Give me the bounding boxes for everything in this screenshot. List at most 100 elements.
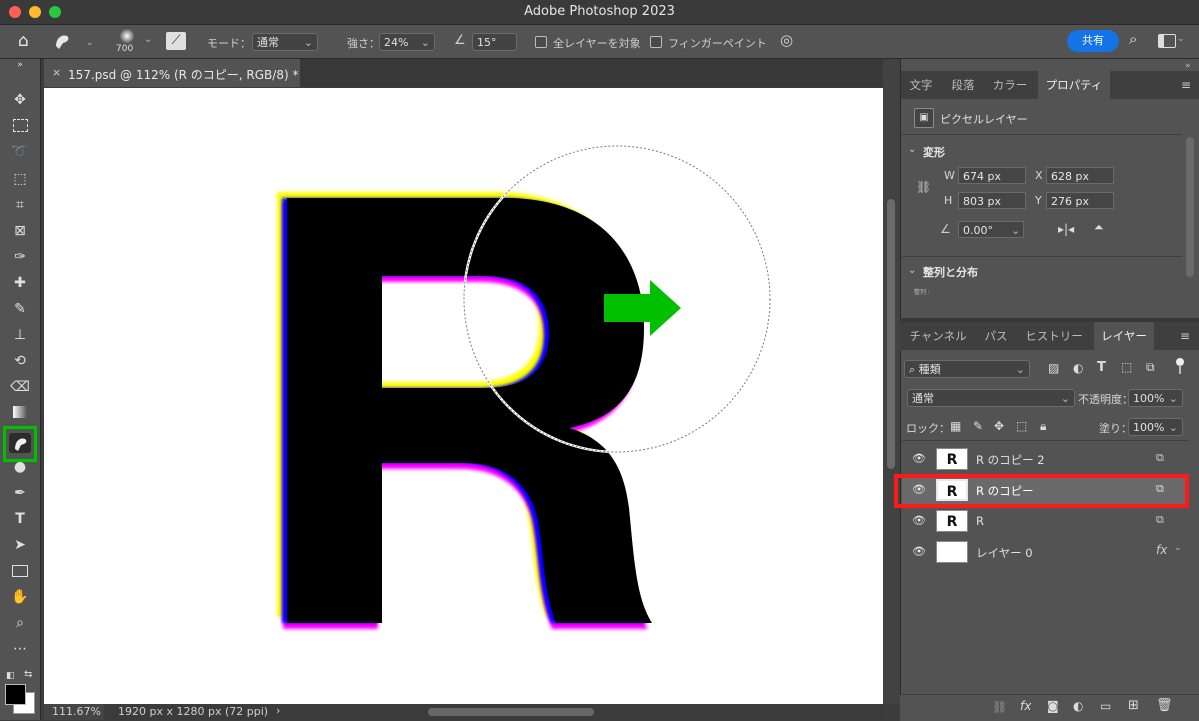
history-brush-tool-icon[interactable]: ⟲ (9, 351, 31, 371)
path-selection-tool-icon[interactable]: ➤ (9, 535, 31, 555)
frame-tool-icon[interactable]: ⊠ (9, 221, 31, 241)
angle-input[interactable]: 15° (472, 33, 517, 51)
trash-icon[interactable]: 🗑︎ (1156, 698, 1173, 713)
chevron-down-icon[interactable]: ⌄ (1174, 543, 1182, 553)
filter-adjustment-icon[interactable]: ◐ (1073, 361, 1083, 375)
all-layers-checkbox[interactable] (535, 36, 547, 48)
y-position-field[interactable]: 276 px (1046, 192, 1114, 209)
filter-type-icon[interactable]: T (1097, 360, 1106, 375)
dodge-tool-icon[interactable]: ● (9, 457, 31, 477)
object-selection-tool-icon[interactable]: ⬚ (9, 169, 31, 189)
link-layers-icon[interactable]: ⛓ (992, 700, 1007, 714)
foreground-color-swatch[interactable] (5, 684, 26, 705)
rectangle-tool-icon[interactable] (9, 561, 31, 581)
eye-icon[interactable]: 👁︎ (912, 545, 926, 558)
tab-layers[interactable]: レイヤー (1094, 322, 1154, 350)
lock-transparent-icon[interactable]: ▦ (950, 419, 961, 433)
expand-toolbar-icon[interactable]: » (9, 59, 31, 71)
pen-tool-icon[interactable]: ✒ (9, 483, 31, 503)
filter-pixel-icon[interactable]: ▨ (1048, 361, 1059, 375)
adjustment-layer-icon[interactable]: ◐ (1073, 699, 1083, 713)
lock-position-icon[interactable]: ✥ (994, 419, 1004, 433)
width-field[interactable]: 674 px (958, 167, 1026, 184)
hand-tool-icon[interactable]: ✋ (9, 587, 31, 607)
tab-color[interactable]: カラー (985, 71, 1035, 99)
chevron-down-icon[interactable]: ⌄ (908, 265, 916, 276)
healing-brush-tool-icon[interactable]: ✚ (9, 273, 31, 293)
eyedropper-tool-icon[interactable]: ✑ (9, 247, 31, 267)
finger-paint-checkbox[interactable] (650, 36, 662, 48)
fill-input[interactable]: 100% ⌄ (1128, 418, 1183, 436)
eraser-tool-icon[interactable]: ⌫ (9, 377, 31, 397)
flip-vertical-icon[interactable]: ⏶ (1094, 220, 1104, 235)
crop-tool-icon[interactable]: ⌗ (9, 195, 31, 215)
more-tools-icon[interactable]: ⋯ (9, 639, 31, 659)
eye-icon[interactable]: 👁︎ (912, 514, 926, 527)
layer-row[interactable]: 👁︎ レイヤー 0 fx ⌄ (902, 537, 1189, 567)
tab-properties[interactable]: プロパティ (1038, 71, 1110, 99)
stamp-tool-icon[interactable]: ⊥ (9, 325, 31, 345)
vertical-scrollbar[interactable] (883, 59, 900, 704)
collapse-panels-icon[interactable]: » (1185, 61, 1191, 71)
horizontal-scroll-thumb[interactable] (428, 708, 594, 716)
tab-channels[interactable]: チャンネル (900, 322, 976, 350)
mode-select[interactable]: 通常 ⌄ (252, 33, 318, 51)
filter-toggle[interactable] (1174, 358, 1184, 374)
tab-character[interactable]: 文字 (901, 71, 941, 99)
brush-settings-icon[interactable]: ⟋ (166, 32, 186, 50)
properties-scrollbar[interactable] (1186, 137, 1194, 277)
strength-input[interactable]: 24% ⌄ (379, 33, 435, 51)
canvas[interactable] (44, 88, 883, 704)
smudge-tool-icon[interactable] (9, 433, 31, 453)
x-position-field[interactable]: 628 px (1046, 167, 1114, 184)
type-tool-icon[interactable]: T (9, 509, 31, 529)
gradient-tool-icon[interactable] (9, 403, 31, 423)
layer-effects-icon[interactable]: fx (1156, 543, 1167, 557)
swap-colors-icon[interactable]: ⇆ (24, 669, 32, 680)
rotation-field[interactable]: 0.00° ⌄ (958, 221, 1024, 238)
lock-image-icon[interactable]: ✎ (973, 419, 983, 433)
opacity-input[interactable]: 100% ⌄ (1128, 389, 1183, 407)
tab-paragraph[interactable]: 段落 (943, 71, 983, 99)
tab-paths[interactable]: パス (978, 322, 1014, 350)
marquee-tool-icon[interactable] (9, 116, 31, 136)
height-field[interactable]: 803 px (958, 192, 1026, 209)
move-tool-icon[interactable]: ✥ (9, 90, 31, 110)
lock-all-icon[interactable]: 🔒︎ (1040, 419, 1046, 434)
flip-horizontal-icon[interactable]: ▸|◂ (1058, 222, 1074, 236)
link-icon[interactable]: ⛓ (916, 180, 931, 194)
filter-smart-object-icon[interactable]: ⧉ (1146, 360, 1155, 375)
layer-row[interactable]: 👁︎ R R のコピー 2 ⧉ (902, 444, 1189, 474)
brush-tool-icon[interactable]: ✎ (9, 299, 31, 319)
chevron-down-icon[interactable]: ⌄ (908, 144, 916, 155)
pressure-icon[interactable]: ◎ (780, 31, 793, 49)
home-icon[interactable]: ⌂ (18, 31, 40, 51)
panel-menu-icon[interactable]: ≡ (1181, 78, 1191, 92)
tool-preset-picker[interactable]: ⌄ (50, 30, 96, 52)
tab-history[interactable]: ヒストリー (1016, 322, 1092, 350)
zoom-level-field[interactable]: 111.67% (44, 704, 104, 720)
fx-icon[interactable]: fx (1020, 699, 1031, 713)
lock-artboard-icon[interactable]: ⬚ (1016, 419, 1027, 433)
layer-filter-select[interactable]: ⌕ 種類 ⌄ (904, 360, 1030, 378)
workspace-icon[interactable] (1158, 34, 1176, 48)
panel-menu-icon[interactable]: ≡ (1180, 329, 1190, 343)
share-button[interactable]: 共有 (1067, 30, 1119, 52)
search-icon[interactable]: ⌕ (1129, 30, 1137, 48)
new-group-icon[interactable]: ▭ (1100, 699, 1111, 713)
default-colors-icon[interactable]: ◧ (6, 671, 15, 681)
layer-row[interactable]: 👁︎ R R ⧉ (902, 506, 1189, 536)
close-tab-icon[interactable]: × (52, 66, 61, 79)
add-mask-icon[interactable]: ◙ (1047, 699, 1059, 713)
document-tab[interactable]: × 157.psd @ 112% (R のコピー, RGB/8) * (44, 59, 300, 87)
chevron-down-icon[interactable]: ⌄ (1177, 34, 1185, 44)
brush-picker[interactable]: 700 ⌄ (112, 27, 156, 57)
filter-shape-icon[interactable]: ⬚ (1121, 360, 1132, 374)
new-layer-icon[interactable]: ⊞ (1128, 698, 1139, 713)
vertical-scroll-thumb[interactable] (887, 199, 895, 469)
lasso-tool-icon[interactable]: ➰ (9, 142, 31, 162)
eye-icon[interactable]: 👁︎ (912, 452, 926, 465)
status-menu-icon[interactable]: › (276, 704, 280, 717)
zoom-tool-icon[interactable]: ⌕ (9, 613, 31, 633)
blend-mode-select[interactable]: 通常 ⌄ (907, 389, 1075, 407)
